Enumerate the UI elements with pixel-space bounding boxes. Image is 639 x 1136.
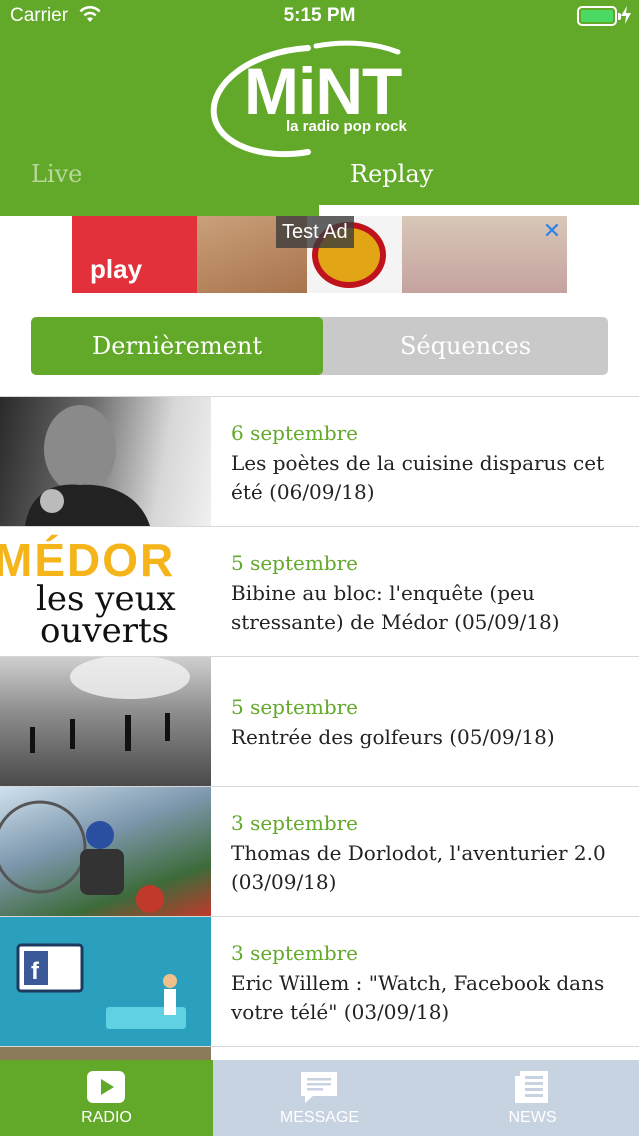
play-icon xyxy=(87,1071,125,1103)
episode-thumbnail: MÉDOR les yeux ouverts xyxy=(0,527,211,656)
list-item[interactable]: MÉDOR les yeux ouverts 5 septembre Bibin… xyxy=(0,527,639,657)
tab-radio[interactable]: RADIO xyxy=(0,1060,213,1136)
tv-facebook-image: f xyxy=(16,943,186,1029)
logo-wordmark: MiNT xyxy=(244,54,402,128)
tab-indicator xyxy=(319,205,639,216)
episode-thumbnail xyxy=(0,787,211,916)
episode-title: Les poètes de la cuisine disparus cet ét… xyxy=(231,451,605,504)
battery-icon xyxy=(577,6,621,26)
paraglider-image xyxy=(0,800,164,913)
tab-radio-label: RADIO xyxy=(81,1109,132,1126)
list-item[interactable]: 6 septembre Les poètes de la cuisine dis… xyxy=(0,397,639,527)
episode-title: Eric Willem : "Watch, Facebook dans votr… xyxy=(231,971,605,1024)
ad-brand-text: play xyxy=(90,254,143,284)
logo-tagline: la radio pop rock xyxy=(286,118,407,135)
clock: 5:15 PM xyxy=(283,5,356,26)
episode-thumbnail xyxy=(0,1047,211,1060)
list-item[interactable]: 3 septembre Thomas de Dorlodot, l'aventu… xyxy=(0,787,639,917)
svg-text:f: f xyxy=(31,958,40,985)
tab-live[interactable]: Live xyxy=(31,160,82,200)
portrait-image xyxy=(25,405,150,526)
mint-logo: MiNT la radio pop rock xyxy=(208,30,438,160)
tab-news-label: NEWS xyxy=(508,1109,557,1126)
episode-date: 3 septembre xyxy=(231,811,359,835)
ad-close-icon[interactable]: ✕ xyxy=(541,220,563,242)
tab-news[interactable]: NEWS xyxy=(426,1060,639,1136)
segment-sequences[interactable]: Séquences xyxy=(323,317,608,375)
message-icon xyxy=(301,1072,337,1103)
bottom-tab-bar: RADIO MESSAGE NEWS xyxy=(0,1060,639,1136)
episode-title: Bibine au bloc: l'enquête (peu stressant… xyxy=(231,581,560,634)
list-item[interactable]: 5 septembre Rentrée des golfeurs (05/09/… xyxy=(0,657,639,787)
status-bar: Carrier 5:15 PM xyxy=(0,0,639,34)
episode-thumbnail xyxy=(0,397,211,526)
list-item[interactable]: f 3 septembre Eric Willem : "Watch, Face… xyxy=(0,917,639,1047)
episode-date: 6 septembre xyxy=(231,421,359,445)
episode-thumbnail: f xyxy=(0,917,211,1046)
app-header: Carrier 5:15 PM MiNT la radio pop rock L… xyxy=(0,0,639,216)
episode-thumbnail xyxy=(0,657,211,786)
episode-date: 3 septembre xyxy=(231,941,359,965)
episode-date: 5 septembre xyxy=(231,695,359,719)
episode-list[interactable]: 6 septembre Les poètes de la cuisine dis… xyxy=(0,396,639,1060)
ad-brand-block: play xyxy=(72,216,197,293)
thumb-text-ouverts: ouverts xyxy=(40,611,170,651)
tab-message-label: MESSAGE xyxy=(279,1109,360,1126)
charging-icon xyxy=(621,6,631,24)
episode-date: 5 septembre xyxy=(231,551,359,575)
segment-recent[interactable]: Dernièrement xyxy=(31,317,323,375)
tab-message[interactable]: MESSAGE xyxy=(213,1060,426,1136)
news-icon xyxy=(515,1071,548,1103)
tab-replay[interactable]: Replay xyxy=(350,160,433,200)
list-item[interactable] xyxy=(0,1047,639,1060)
episode-title: Thomas de Dorlodot, l'aventurier 2.0 (03… xyxy=(231,841,606,894)
segmented-control: Dernièrement Séquences xyxy=(31,317,608,375)
golfers-image xyxy=(30,657,190,753)
episode-title: Rentrée des golfeurs (05/09/18) xyxy=(231,725,555,749)
ad-label: Test Ad xyxy=(276,216,354,248)
